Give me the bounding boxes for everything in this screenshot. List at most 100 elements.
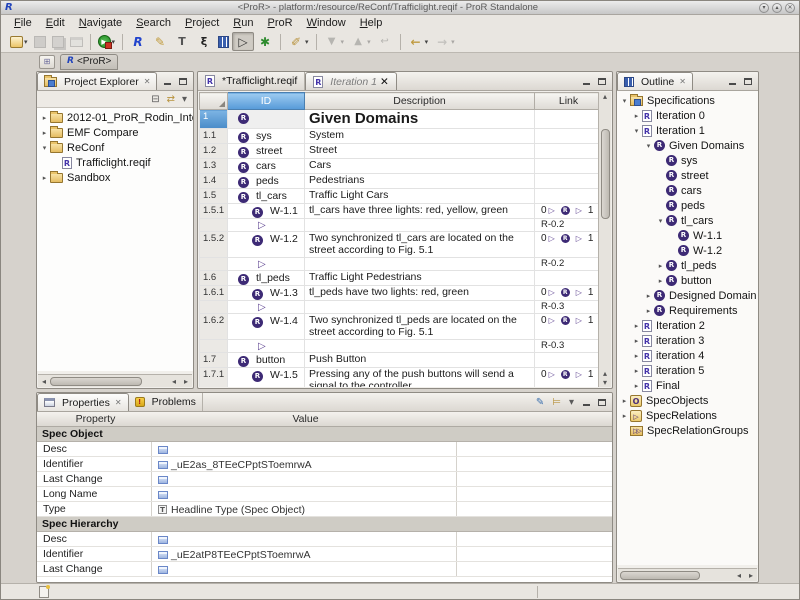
description-cell[interactable]: System (305, 129, 535, 144)
status-tip-icon[interactable] (39, 586, 49, 598)
property-value[interactable] (152, 532, 457, 546)
property-row-last-change[interactable]: Last Change (37, 562, 612, 577)
perspective-tab-pror[interactable]: R <ProR> (60, 54, 118, 70)
row-number-cell[interactable]: 1.4 (200, 174, 228, 189)
search-button[interactable]: ✐▾ (285, 32, 312, 51)
collapse-icon[interactable]: ▾ (631, 127, 642, 135)
expand-icon[interactable]: ▸ (631, 352, 642, 360)
scrollbar-thumb[interactable] (601, 129, 610, 219)
column-header-row-number[interactable] (200, 93, 228, 110)
project-explorer-hscrollbar[interactable]: ◂ ◂ ▸ (38, 374, 192, 387)
minimize-panel-button[interactable] (161, 76, 173, 87)
tab-project-explorer[interactable]: Project Explorer ✕ (37, 72, 157, 90)
row-number-cell[interactable]: 1.6.2 (200, 314, 228, 340)
column-header-property[interactable]: Property (37, 412, 152, 426)
menu-window[interactable]: Window (300, 16, 353, 30)
expand-icon[interactable]: ▸ (619, 397, 630, 405)
close-icon[interactable]: ✕ (144, 77, 151, 86)
link-cell[interactable] (535, 353, 599, 368)
row-number-cell[interactable] (200, 219, 228, 232)
property-row-desc[interactable]: Desc (37, 442, 612, 457)
view-menu-button[interactable]: ▾ (567, 397, 576, 408)
description-cell[interactable] (305, 219, 535, 232)
outline-item-iteration-5[interactable]: ▸iteration 5 (617, 363, 758, 378)
id-cell[interactable] (228, 301, 305, 314)
expand-icon[interactable]: ▸ (643, 307, 654, 315)
pror-tool-button[interactable]: R (127, 32, 149, 51)
link-cell[interactable]: 01 (535, 232, 599, 258)
link-cell[interactable]: R-0.2 (535, 219, 599, 232)
columns-tool-button[interactable] (215, 32, 232, 51)
menu-edit[interactable]: Edit (39, 16, 72, 30)
expand-icon[interactable]: ▸ (619, 412, 630, 420)
id-cell[interactable]: W-1.4 (228, 314, 305, 340)
link-cell[interactable]: 01 (535, 314, 599, 340)
column-header-id[interactable]: ID (228, 93, 305, 110)
menu-search[interactable]: Search (129, 16, 178, 30)
new-wizard-button[interactable]: ▾ (7, 32, 31, 51)
outline-item-street[interactable]: street (617, 168, 758, 183)
scroll-right-icon[interactable]: ▸ (745, 571, 757, 580)
id-cell[interactable]: sys (228, 129, 305, 144)
maximize-panel-button[interactable] (596, 397, 608, 408)
explorer-item-trafficlight-reqif[interactable]: Trafficlight.reqif (37, 155, 193, 170)
scroll-right-icon[interactable]: ▸ (180, 377, 192, 386)
open-perspective-button[interactable]: ⊞ (39, 55, 55, 69)
view-menu-button[interactable]: ▾ (180, 94, 189, 105)
id-cell[interactable]: cars (228, 159, 305, 174)
link-with-editor-button[interactable]: ⇄ (165, 94, 177, 105)
outline-item-iteration-3[interactable]: ▸iteration 3 (617, 333, 758, 348)
expand-icon[interactable]: ▸ (655, 262, 666, 270)
id-cell[interactable] (228, 340, 305, 353)
pin-view-button[interactable]: ✎ (534, 397, 546, 408)
link-cell[interactable] (535, 159, 599, 174)
property-row-identifier[interactable]: Identifier_uE2atP8TEeCPptSToemrwA (37, 547, 612, 562)
description-cell[interactable]: tl_peds have two lights: red, green (305, 286, 535, 301)
link-cell[interactable]: 01 (535, 204, 599, 219)
outline-item-specrelations[interactable]: ▸SpecRelations (617, 408, 758, 423)
explorer-item-2012-01-pror-rodin-integ[interactable]: ▸2012-01_ProR_Rodin_Integ (37, 110, 193, 125)
link-cell[interactable] (535, 189, 599, 204)
maximize-panel-button[interactable] (177, 76, 189, 87)
description-cell[interactable]: Pedestrians (305, 174, 535, 189)
row-number-cell[interactable] (200, 301, 228, 314)
property-row-long-name[interactable]: Long Name (37, 487, 612, 502)
collapse-icon[interactable]: ▾ (643, 142, 654, 150)
property-value[interactable] (152, 472, 457, 486)
id-cell[interactable]: W-1.5 (228, 368, 305, 388)
dropdown-caret-icon[interactable]: ▾ (305, 38, 309, 46)
collapse-icon[interactable]: ▾ (655, 217, 666, 225)
column-header-value[interactable]: Value (152, 412, 457, 426)
link-cell[interactable]: R-0.3 (535, 301, 599, 314)
row-number-cell[interactable]: 1.2 (200, 144, 228, 159)
expand-icon[interactable]: ▸ (631, 337, 642, 345)
dropdown-caret-icon[interactable]: ▾ (24, 38, 28, 46)
dropdown-caret-icon[interactable]: ▾ (451, 38, 455, 46)
tab-trafficlight-reqif[interactable]: *Trafficlight.reqif (198, 72, 305, 90)
minimize-panel-button[interactable] (726, 76, 738, 87)
play-tool-button[interactable]: ▷ (232, 32, 254, 51)
tab-properties[interactable]: Properties ✕ (37, 393, 129, 411)
scrollbar-thumb[interactable] (620, 571, 700, 580)
property-row-type[interactable]: TypeHeadline Type (Spec Object) (37, 502, 612, 517)
menu-project[interactable]: Project (178, 16, 226, 30)
tab-iteration-1[interactable]: Iteration 1 ✕ (305, 72, 397, 90)
bug-tool-button[interactable]: ξ (193, 32, 215, 51)
close-window-button[interactable]: ✕ (785, 3, 795, 13)
row-number-cell[interactable]: 1.7 (200, 353, 228, 368)
id-cell[interactable]: W-1.2 (228, 232, 305, 258)
outline-item-specifications[interactable]: ▾Specifications (617, 93, 758, 108)
tab-outline[interactable]: Outline ✕ (617, 72, 693, 90)
description-cell[interactable] (305, 301, 535, 314)
dropdown-caret-icon[interactable]: ▾ (367, 38, 371, 46)
editor-vscrollbar[interactable]: ▴ ▴ ▾ (598, 92, 611, 387)
outline-item-cars[interactable]: cars (617, 183, 758, 198)
outline-item-final[interactable]: ▸Final (617, 378, 758, 393)
link-cell[interactable]: R-0.2 (535, 258, 599, 271)
outline-item-designed-domain[interactable]: ▸Designed Domain (617, 288, 758, 303)
back-button[interactable]: ←▾ (405, 32, 432, 51)
expand-icon[interactable]: ▸ (631, 382, 642, 390)
scroll-left-icon[interactable]: ◂ (38, 377, 50, 386)
property-value[interactable] (152, 487, 457, 501)
outline-item-specrelationgroups[interactable]: SpecRelationGroups (617, 423, 758, 438)
